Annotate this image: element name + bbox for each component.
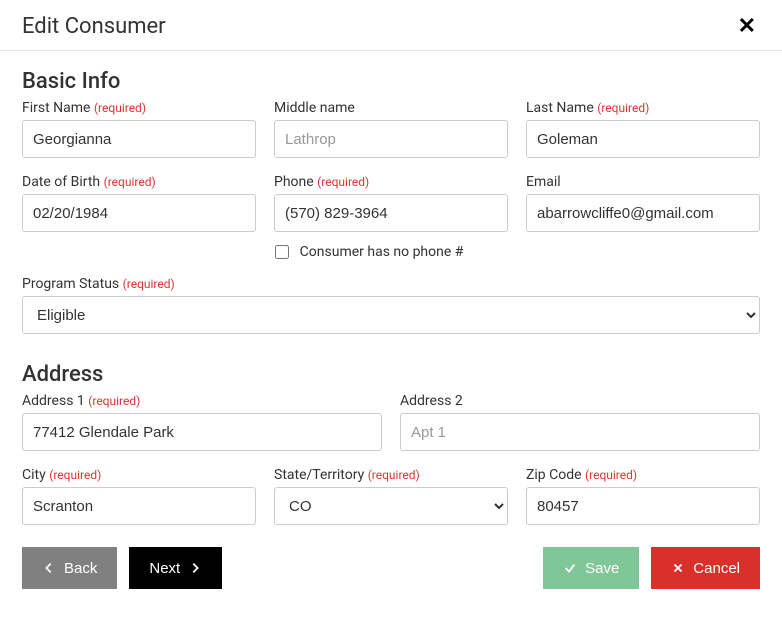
middle-name-input[interactable]: [274, 120, 508, 158]
address2-label: Address 2: [400, 393, 760, 409]
no-phone-label: Consumer has no phone #: [300, 244, 464, 260]
middle-name-label: Middle name: [274, 100, 508, 116]
dob-label: Date of Birth (required): [22, 174, 256, 190]
check-icon: [563, 561, 577, 575]
state-label: State/Territory (required): [274, 467, 508, 483]
program-status-label: Program Status (required): [22, 276, 760, 292]
chevron-right-icon: [188, 561, 202, 575]
close-icon[interactable]: ✕: [734, 14, 760, 40]
state-select[interactable]: CO: [274, 487, 508, 525]
basic-info-heading: Basic Info: [22, 69, 760, 94]
city-input[interactable]: [22, 487, 256, 525]
dialog-header: Edit Consumer ✕: [0, 0, 782, 51]
dob-input[interactable]: [22, 194, 256, 232]
address-heading: Address: [22, 362, 760, 387]
zip-input[interactable]: [526, 487, 760, 525]
phone-label: Phone (required): [274, 174, 508, 190]
address1-input[interactable]: [22, 413, 382, 451]
dialog-content: Basic Info First Name (required) Middle …: [0, 51, 782, 611]
email-input[interactable]: [526, 194, 760, 232]
edit-consumer-dialog: Edit Consumer ✕ Basic Info First Name (r…: [0, 0, 782, 611]
city-label: City (required): [22, 467, 256, 483]
dialog-footer: Back Next Save Cancel: [22, 547, 760, 589]
address1-label: Address 1 (required): [22, 393, 382, 409]
email-label: Email: [526, 174, 760, 190]
phone-input[interactable]: [274, 194, 508, 232]
close-icon: [671, 561, 685, 575]
zip-label: Zip Code (required): [526, 467, 760, 483]
first-name-input[interactable]: [22, 120, 256, 158]
first-name-label: First Name (required): [22, 100, 256, 116]
program-status-select[interactable]: Eligible: [22, 296, 760, 334]
dialog-title: Edit Consumer: [22, 14, 166, 39]
cancel-button[interactable]: Cancel: [651, 547, 760, 589]
back-button[interactable]: Back: [22, 547, 117, 589]
no-phone-checkbox[interactable]: [275, 245, 289, 259]
save-button[interactable]: Save: [543, 547, 639, 589]
last-name-input[interactable]: [526, 120, 760, 158]
next-button[interactable]: Next: [129, 547, 222, 589]
last-name-label: Last Name (required): [526, 100, 760, 116]
chevron-left-icon: [42, 561, 56, 575]
address2-input[interactable]: [400, 413, 760, 451]
